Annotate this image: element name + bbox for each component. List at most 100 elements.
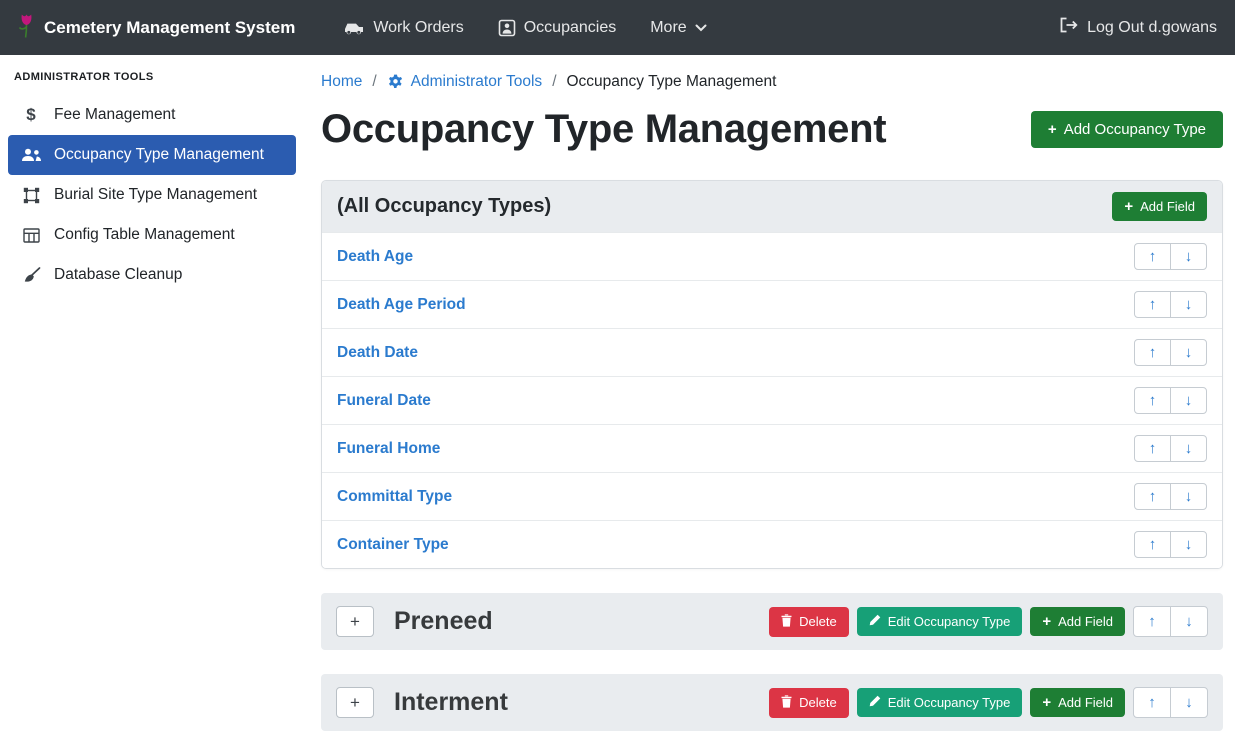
nav-occupancies[interactable]: Occupancies xyxy=(498,19,617,37)
sidebar-heading: ADMINISTRATOR TOOLS xyxy=(0,61,300,95)
work-orders-icon xyxy=(344,20,365,36)
expand-section-button[interactable]: + xyxy=(336,606,374,637)
field-row: Funeral Home ↑ ↓ xyxy=(322,424,1222,472)
field-link-funeral-home[interactable]: Funeral Home xyxy=(337,440,440,458)
move-up-button[interactable]: ↑ xyxy=(1134,243,1171,270)
field-link-container-type[interactable]: Container Type xyxy=(337,536,449,554)
move-up-button[interactable]: ↑ xyxy=(1134,339,1171,366)
move-down-button[interactable]: ↓ xyxy=(1170,531,1207,558)
add-field-button[interactable]: + Add Field xyxy=(1030,607,1125,636)
move-up-button[interactable]: ↑ xyxy=(1134,435,1171,462)
sidebar-item-label: Config Table Management xyxy=(54,226,235,244)
plus-icon: + xyxy=(1048,122,1057,137)
reorder-controls: ↑ ↓ xyxy=(1134,387,1207,414)
add-field-button[interactable]: + Add Field xyxy=(1112,192,1207,221)
sidebar-item-label: Database Cleanup xyxy=(54,266,182,284)
sidebar-item-label: Occupancy Type Management xyxy=(54,146,264,164)
reorder-controls: ↑ ↓ xyxy=(1133,687,1208,718)
sidebar-item-config-table-management[interactable]: Config Table Management xyxy=(0,215,296,255)
delete-button[interactable]: Delete xyxy=(769,607,849,637)
breadcrumb: Home / Administrator Tools / Occupancy T… xyxy=(321,73,1223,91)
section-name: Interment xyxy=(394,688,508,717)
top-navbar: Cemetery Management System Work Orders O… xyxy=(0,0,1235,55)
expand-section-button[interactable]: + xyxy=(336,687,374,718)
section-name: Preneed xyxy=(394,607,493,636)
reorder-controls: ↑ ↓ xyxy=(1134,483,1207,510)
field-link-committal-type[interactable]: Committal Type xyxy=(337,488,452,506)
nav-more-label: More xyxy=(650,19,686,37)
logout-button[interactable]: Log Out d.gowans xyxy=(1059,17,1217,38)
sidebar-item-database-cleanup[interactable]: Database Cleanup xyxy=(0,255,296,295)
field-row: Death Age ↑ ↓ xyxy=(322,232,1222,280)
nav-more[interactable]: More xyxy=(650,19,706,37)
add-field-button[interactable]: + Add Field xyxy=(1030,688,1125,717)
delete-button[interactable]: Delete xyxy=(769,688,849,718)
section-actions: Delete Edit Occupancy Type + Add Field ↑ xyxy=(769,606,1208,637)
table-icon xyxy=(20,228,42,243)
field-link-death-age-period[interactable]: Death Age Period xyxy=(337,296,466,314)
section-actions: Delete Edit Occupancy Type + Add Field ↑ xyxy=(769,687,1208,718)
add-field-label: Add Field xyxy=(1058,614,1113,629)
app-brand[interactable]: Cemetery Management System xyxy=(18,12,295,43)
pencil-icon xyxy=(869,614,881,629)
breadcrumb-current: Occupancy Type Management xyxy=(567,73,777,91)
field-row: Committal Type ↑ ↓ xyxy=(322,472,1222,520)
edit-label: Edit Occupancy Type xyxy=(888,695,1011,710)
move-up-button[interactable]: ↑ xyxy=(1134,483,1171,510)
breadcrumb-separator: / xyxy=(552,73,556,91)
flower-logo-icon xyxy=(18,12,35,43)
main-content: Home / Administrator Tools / Occupancy T… xyxy=(300,55,1235,738)
nav-work-orders[interactable]: Work Orders xyxy=(344,19,463,37)
broom-icon xyxy=(20,267,42,283)
breadcrumb-separator: / xyxy=(372,73,376,91)
move-up-button[interactable]: ↑ xyxy=(1134,291,1171,318)
move-down-button[interactable]: ↓ xyxy=(1170,483,1207,510)
add-field-label: Add Field xyxy=(1058,695,1113,710)
reorder-controls: ↑ ↓ xyxy=(1134,291,1207,318)
card-header: (All Occupancy Types) + Add Field xyxy=(322,181,1222,232)
logout-label: Log Out d.gowans xyxy=(1087,19,1217,37)
sidebar-item-label: Fee Management xyxy=(54,106,176,124)
edit-label: Edit Occupancy Type xyxy=(888,614,1011,629)
move-up-button[interactable]: ↑ xyxy=(1134,531,1171,558)
plus-icon: + xyxy=(1042,614,1051,629)
add-occupancy-type-label: Add Occupancy Type xyxy=(1064,121,1206,138)
dollar-icon: $ xyxy=(20,105,42,125)
move-down-button[interactable]: ↓ xyxy=(1170,243,1207,270)
sidebar-item-burial-site-type-management[interactable]: Burial Site Type Management xyxy=(0,175,296,215)
field-link-death-date[interactable]: Death Date xyxy=(337,344,418,362)
move-up-button[interactable]: ↑ xyxy=(1133,606,1171,637)
move-down-button[interactable]: ↓ xyxy=(1170,291,1207,318)
occupancies-icon xyxy=(498,19,516,37)
move-up-button[interactable]: ↑ xyxy=(1134,387,1171,414)
breadcrumb-admin-tools-link[interactable]: Administrator Tools xyxy=(387,73,543,91)
chevron-down-icon xyxy=(695,24,707,32)
move-down-button[interactable]: ↓ xyxy=(1170,387,1207,414)
app-title: Cemetery Management System xyxy=(44,18,295,38)
pencil-icon xyxy=(869,695,881,710)
all-occupancy-types-card: (All Occupancy Types) + Add Field Death … xyxy=(321,180,1223,569)
reorder-controls: ↑ ↓ xyxy=(1134,339,1207,366)
section-preneed: + Preneed Delete xyxy=(321,593,1223,650)
field-row: Death Date ↑ ↓ xyxy=(322,328,1222,376)
move-down-button[interactable]: ↓ xyxy=(1170,606,1208,637)
field-row: Container Type ↑ ↓ xyxy=(322,520,1222,568)
move-down-button[interactable]: ↓ xyxy=(1170,339,1207,366)
sidebar-item-occupancy-type-management[interactable]: Occupancy Type Management xyxy=(8,135,296,175)
move-down-button[interactable]: ↓ xyxy=(1170,687,1208,718)
delete-label: Delete xyxy=(799,614,837,629)
move-up-button[interactable]: ↑ xyxy=(1133,687,1171,718)
gear-icon xyxy=(387,74,404,91)
field-link-funeral-date[interactable]: Funeral Date xyxy=(337,392,431,410)
card-title: (All Occupancy Types) xyxy=(337,195,551,218)
reorder-controls: ↑ ↓ xyxy=(1134,435,1207,462)
move-down-button[interactable]: ↓ xyxy=(1170,435,1207,462)
sidebar-item-fee-management[interactable]: $ Fee Management xyxy=(0,95,296,135)
field-row: Death Age Period ↑ ↓ xyxy=(322,280,1222,328)
add-occupancy-type-button[interactable]: + Add Occupancy Type xyxy=(1031,111,1223,148)
edit-occupancy-type-button[interactable]: Edit Occupancy Type xyxy=(857,607,1023,636)
field-link-death-age[interactable]: Death Age xyxy=(337,248,413,266)
edit-occupancy-type-button[interactable]: Edit Occupancy Type xyxy=(857,688,1023,717)
reorder-controls: ↑ ↓ xyxy=(1134,531,1207,558)
breadcrumb-home-link[interactable]: Home xyxy=(321,73,362,91)
